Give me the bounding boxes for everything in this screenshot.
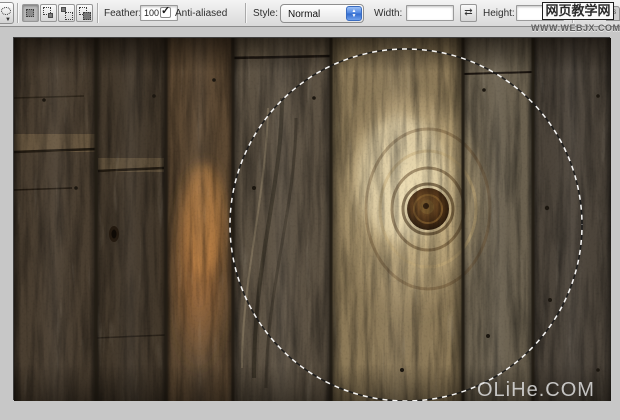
divider (245, 3, 246, 23)
dropdown-stepper-icon: ▲ ▼ (346, 6, 362, 21)
height-label: Height: (483, 8, 515, 19)
chevron-down-icon: ▼ (5, 17, 11, 23)
elliptical-marquee-icon (1, 7, 11, 15)
swap-dimensions-button[interactable]: ⇄ (460, 4, 477, 22)
watermark-site-url: www.webjx.com (531, 23, 620, 33)
anti-aliased-label: Anti-aliased (175, 8, 227, 19)
check-icon: ✓ (161, 4, 170, 17)
options-bar: ▼ Feather: ✓ Anti-aliase (0, 0, 620, 27)
style-label: Style: (253, 8, 278, 19)
new-selection-icon (26, 9, 34, 17)
photoshop-window: ▼ Feather: ✓ Anti-aliase (0, 0, 620, 420)
anti-aliased-checkbox[interactable]: ✓ (160, 7, 171, 18)
divider (17, 3, 18, 23)
style-dropdown[interactable]: Normal ▲ ▼ (280, 4, 364, 23)
document-canvas[interactable] (13, 37, 610, 400)
feather-input[interactable] (140, 5, 178, 21)
subtract-from-selection-button[interactable] (58, 4, 75, 22)
tool-preset-picker[interactable]: ▼ (0, 2, 14, 24)
feather-label: Feather: (104, 8, 141, 19)
watermark-site-name: 网页教学网 (542, 2, 614, 20)
width-input[interactable] (406, 5, 454, 21)
intersect-selection-button[interactable] (76, 4, 93, 22)
swap-arrows-icon: ⇄ (464, 7, 472, 18)
new-selection-button[interactable] (22, 4, 39, 22)
selection-mode-group (22, 4, 93, 22)
workspace (0, 28, 620, 420)
style-value: Normal (288, 9, 320, 20)
watermark-olihe: OLiHe.COM (477, 379, 595, 402)
width-label: Width: (374, 8, 402, 19)
divider (97, 3, 98, 23)
add-to-selection-button[interactable] (40, 4, 57, 22)
wood-texture-image (14, 38, 611, 401)
